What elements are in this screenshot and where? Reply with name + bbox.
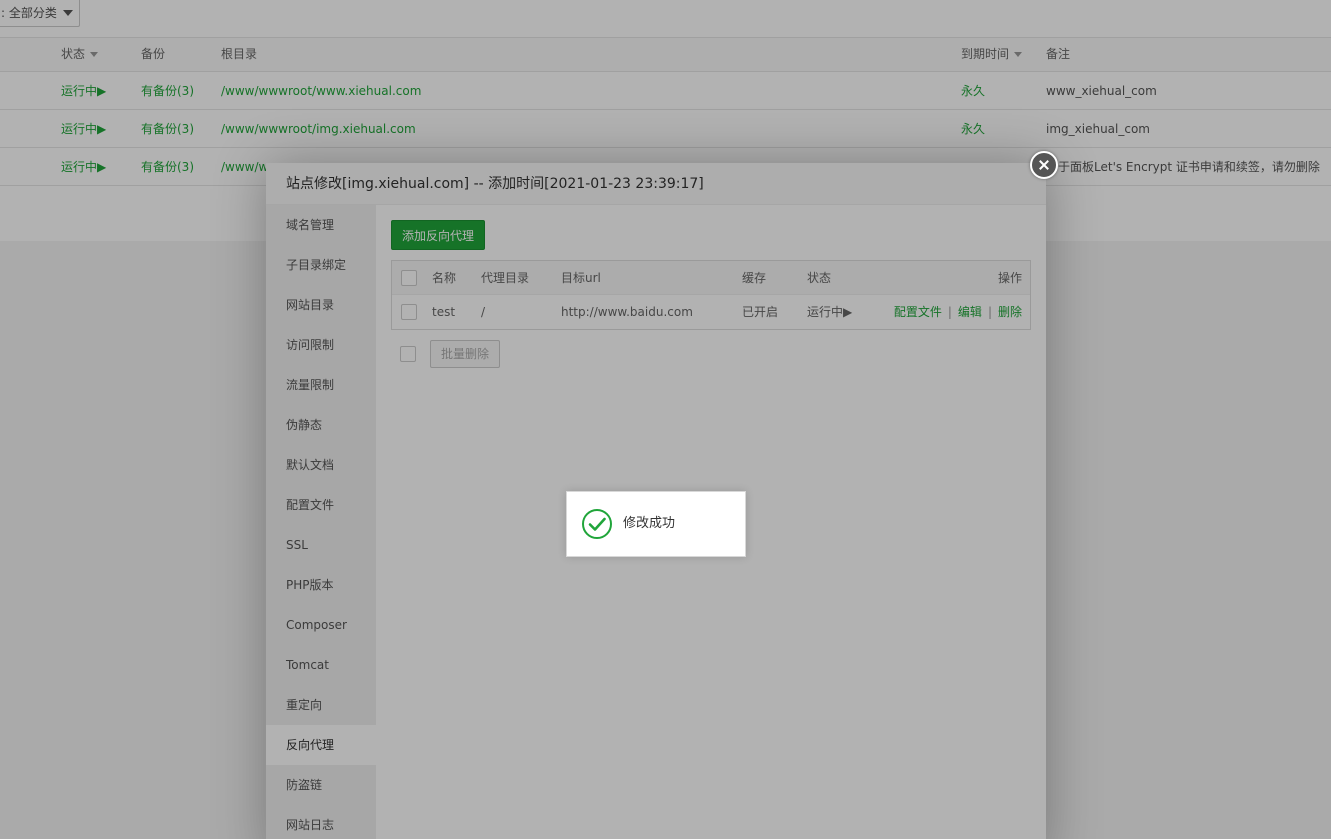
success-check-icon	[582, 509, 612, 539]
toast-message: 修改成功	[623, 516, 676, 531]
success-toast: 修改成功	[566, 491, 746, 557]
close-icon[interactable]	[1030, 151, 1058, 179]
